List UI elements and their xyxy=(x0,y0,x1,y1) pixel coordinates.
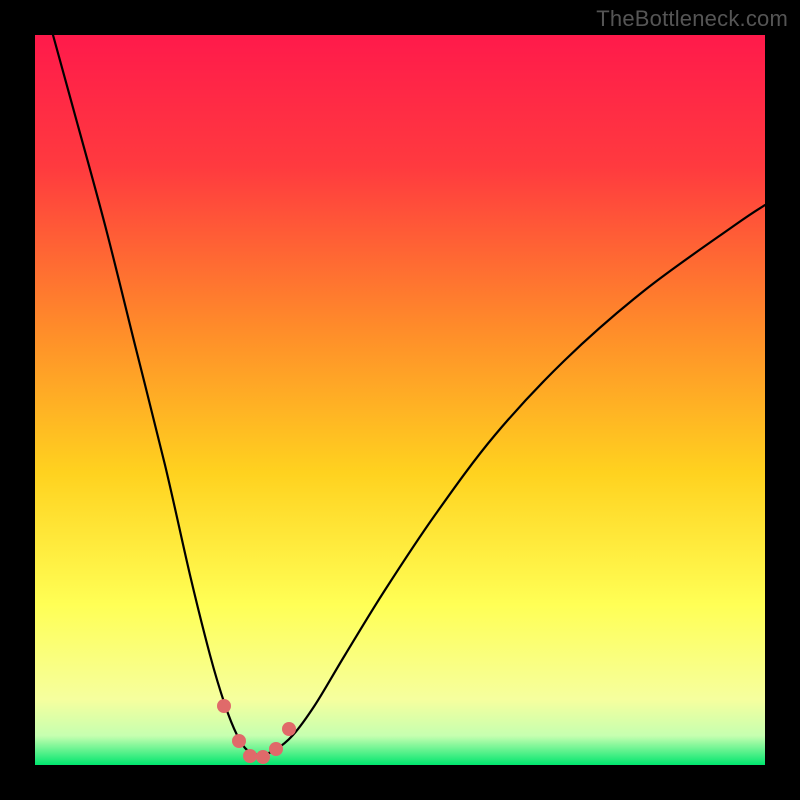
curve-svg xyxy=(35,35,765,765)
curve-marker xyxy=(232,734,246,748)
curve-marker xyxy=(269,742,283,756)
curve-marker xyxy=(282,722,296,736)
watermark-text: TheBottleneck.com xyxy=(596,6,788,32)
curve-marker xyxy=(243,749,257,763)
bottleneck-curve xyxy=(53,35,765,755)
curve-marker xyxy=(256,750,270,764)
outer-frame: TheBottleneck.com xyxy=(0,0,800,800)
curve-marker xyxy=(217,699,231,713)
gradient-plot-area xyxy=(35,35,765,765)
